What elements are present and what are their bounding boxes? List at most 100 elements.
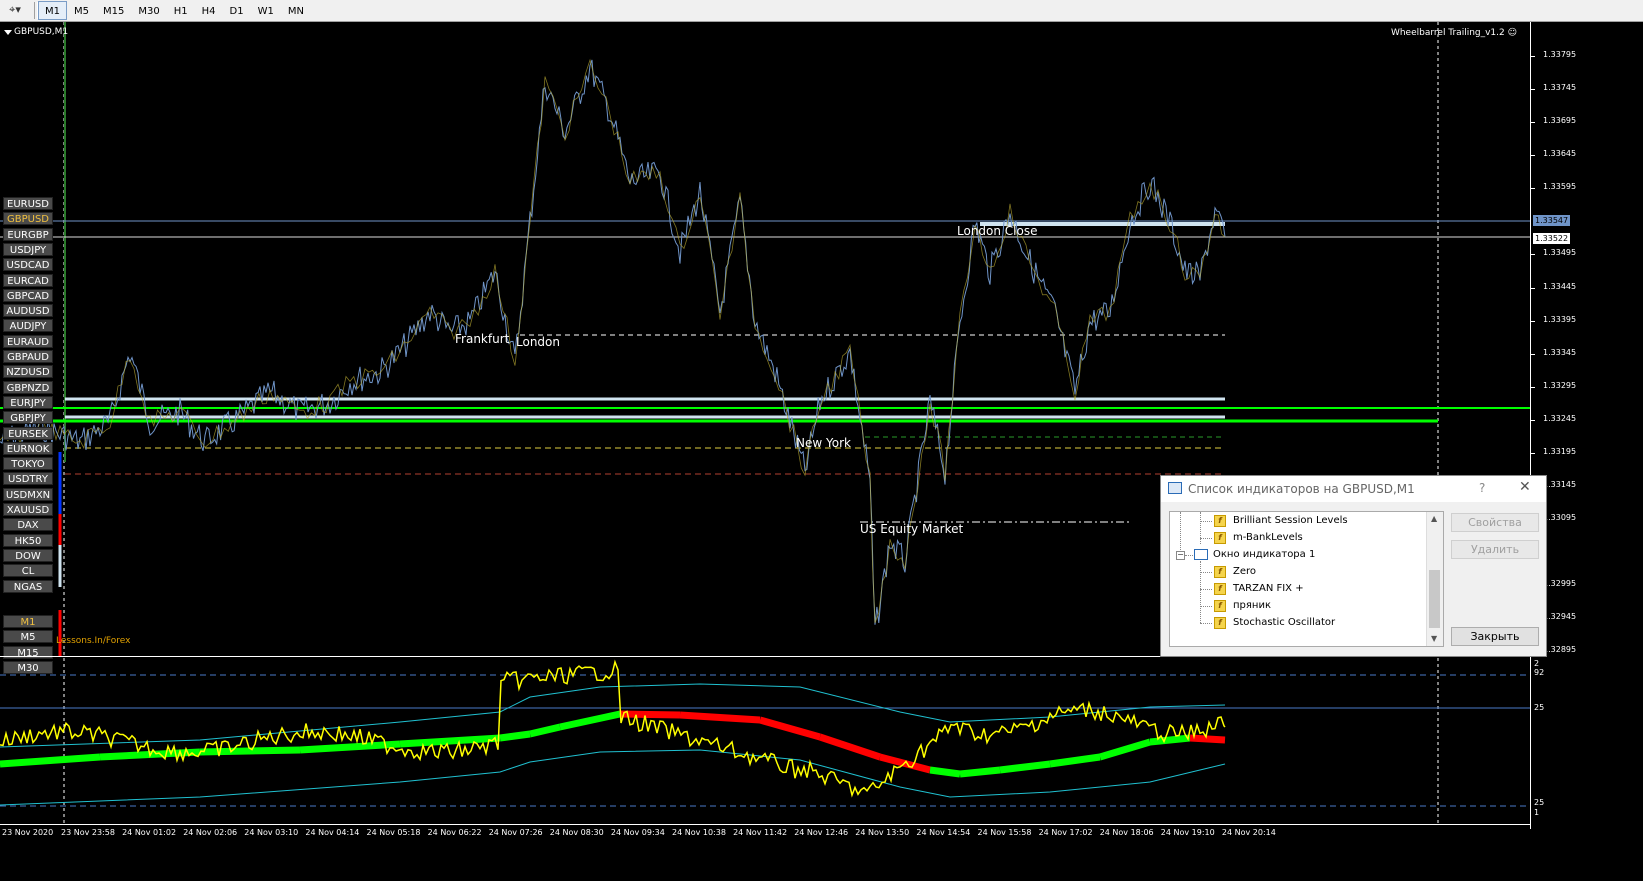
tree-item-pryanik[interactable]: пряник	[1233, 600, 1271, 611]
symbol-button-dow[interactable]: DOW	[3, 548, 53, 562]
symbol-button-usdmxn[interactable]: USDMXN	[3, 487, 53, 501]
time-label: 24 Nov 10:38	[672, 828, 726, 837]
tree-item-indicator-window-1[interactable]: Окно индикатора 1	[1213, 549, 1315, 560]
chart-window[interactable]: GBPUSD,M1 Wheelbarrel Trailing_v1.2 ☺ 1.…	[0, 22, 1643, 881]
tree-line	[1200, 589, 1212, 590]
symbol-button-eurcad[interactable]: EURCAD	[3, 273, 53, 287]
time-scale[interactable]: 23 Nov 2020 23 Nov 23:58 24 Nov 01:02 24 No…	[0, 824, 1530, 843]
symbol-button-usdjpy[interactable]: USDJPY	[3, 242, 53, 256]
indicator-icon: f	[1214, 600, 1226, 612]
symbol-button-eurnok[interactable]: EURNOK	[3, 441, 53, 455]
symbol-button-usdcad[interactable]: USDCAD	[3, 258, 53, 272]
trend-line-segment	[959, 766, 1001, 778]
timeframe-button-m5[interactable]: M5	[67, 1, 96, 20]
symbol-button-tokyo[interactable]: TOKYO	[3, 457, 53, 471]
timeframe-button-m15[interactable]: M15	[96, 1, 131, 20]
help-button[interactable]: ?	[1479, 481, 1485, 495]
time-label: 24 Nov 14:54	[916, 828, 971, 837]
symbol-button-gbpusd[interactable]: GBPUSD	[3, 212, 53, 226]
crosshair-tool-icon[interactable]: ⌖▾	[2, 2, 28, 18]
close-button[interactable]: Закрыть	[1451, 627, 1539, 646]
tree-item-m-banklevels[interactable]: m-BankLevels	[1233, 532, 1303, 543]
trend-line-segment	[1149, 734, 1191, 746]
dialog-titlebar[interactable]: Список индикаторов на GBPUSD,M1 ? ✕	[1161, 476, 1546, 502]
sub-level-label: 2	[1534, 659, 1540, 668]
price-tick	[1531, 387, 1535, 388]
sub-level-label: 25	[1534, 798, 1545, 807]
tree-item-brilliant-session-levels[interactable]: Brilliant Session Levels	[1233, 515, 1348, 526]
indicator-icon: f	[1214, 566, 1226, 578]
timeframe-button-h1[interactable]: H1	[167, 1, 195, 20]
tf-panel-button-m5[interactable]: M5	[3, 630, 53, 644]
symbol-button-gbpjpy[interactable]: GBPJPY	[3, 411, 53, 425]
indicator-list-dialog: Список индикаторов на GBPUSD,M1 ? ✕ f Br…	[1160, 475, 1547, 657]
symbol-button-ngas[interactable]: NGAS	[3, 579, 53, 593]
scroll-down-icon[interactable]: ▼	[1431, 634, 1437, 643]
symbol-button-gbpnzd[interactable]: GBPNZD	[3, 380, 53, 394]
properties-button[interactable]: Свойства	[1451, 513, 1539, 532]
symbol-button-xauusd[interactable]: XAUUSD	[3, 503, 53, 516]
scroll-thumb[interactable]	[1429, 570, 1440, 628]
timeframe-button-d1[interactable]: D1	[223, 1, 251, 20]
tree-line	[1180, 512, 1181, 552]
delete-button[interactable]: Удалить	[1451, 540, 1539, 559]
price-chart[interactable]	[0, 22, 1530, 824]
indicator-icon: f	[1214, 515, 1226, 527]
chart-menu-arrow-icon[interactable]	[4, 30, 12, 35]
price-label: 1.32945	[1543, 612, 1577, 621]
symbol-button-usdtry[interactable]: USDTRY	[3, 472, 53, 486]
symbol-button-eurusd[interactable]: EURUSD	[3, 197, 53, 210]
tree-item-stochastic-oscillator[interactable]: Stochastic Oscillator	[1233, 617, 1335, 628]
symbol-button-nzdusd[interactable]: NZDUSD	[3, 365, 53, 379]
timeframe-button-mn[interactable]: MN	[281, 1, 311, 20]
tf-panel-button-m30[interactable]: M30	[3, 660, 53, 674]
trend-line-segment	[1049, 753, 1101, 768]
timeframe-button-h4[interactable]: H4	[195, 1, 223, 20]
symbol-button-cl[interactable]: CL	[3, 564, 53, 578]
symbol-button-eurjpy[interactable]: EURJPY	[3, 395, 53, 409]
indicator-icon: f	[1214, 583, 1226, 595]
trend-line-segment	[499, 730, 531, 742]
timeframe-button-m1[interactable]: M1	[38, 1, 67, 20]
symbol-button-hk50[interactable]: HK50	[3, 533, 53, 547]
close-icon[interactable]: ✕	[1519, 479, 1531, 495]
price-tick	[1531, 321, 1535, 322]
price-label: 1.33145	[1543, 480, 1577, 489]
price-tick	[1531, 155, 1535, 156]
symbol-button-audjpy[interactable]: AUDJPY	[3, 319, 53, 333]
stochastic-line	[0, 659, 1226, 798]
symbol-button-dax[interactable]: DAX	[3, 518, 53, 532]
tree-line	[1185, 555, 1193, 556]
time-label: 24 Nov 01:02	[122, 828, 177, 837]
symbol-button-eurgbp[interactable]: EURGBP	[3, 227, 53, 241]
tree-item-tarzan-fix[interactable]: TARZAN FIX +	[1233, 583, 1304, 594]
tf-panel-button-m1[interactable]: M1	[3, 615, 53, 628]
time-label: 24 Nov 12:46	[794, 828, 849, 837]
scroll-up-icon[interactable]: ▲	[1431, 514, 1437, 523]
symbol-button-eursek[interactable]: EURSEK	[3, 426, 53, 440]
time-label: 24 Nov 20:14	[1221, 828, 1276, 837]
price-label: 1.33695	[1543, 116, 1577, 125]
trend-line-segment	[679, 711, 761, 724]
window-icon	[1168, 482, 1182, 494]
timeframe-button-m30[interactable]: M30	[131, 1, 166, 20]
trend-line-segment	[818, 733, 882, 761]
symbol-button-gbpcad[interactable]: GBPCAD	[3, 288, 53, 302]
time-label: 24 Nov 15:58	[977, 828, 1032, 837]
price-scale[interactable]: 1.33795 1.33745 1.33695 1.33645 1.33595 1.334…	[1530, 22, 1643, 829]
time-label: 24 Nov 19:10	[1160, 828, 1215, 837]
tree-scrollbar[interactable]: ▲ ▼	[1426, 512, 1443, 646]
trend-line-segment	[529, 723, 561, 738]
price-label: 1.33345	[1543, 348, 1577, 357]
price-label: 1.33645	[1543, 149, 1577, 158]
symbol-button-euraud[interactable]: EURAUD	[3, 334, 53, 348]
symbol-button-audusd[interactable]: AUDUSD	[3, 304, 53, 318]
symbol-button-gbpaud[interactable]: GBPAUD	[3, 350, 53, 363]
price-tick	[1531, 56, 1535, 57]
tree-line	[1200, 572, 1212, 573]
time-label: 24 Nov 08:30	[549, 828, 604, 837]
collapse-icon[interactable]: −	[1176, 551, 1185, 560]
time-label: 24 Nov 17:02	[1038, 828, 1093, 837]
timeframe-button-w1[interactable]: W1	[251, 1, 281, 20]
tree-item-zero[interactable]: Zero	[1233, 566, 1256, 577]
